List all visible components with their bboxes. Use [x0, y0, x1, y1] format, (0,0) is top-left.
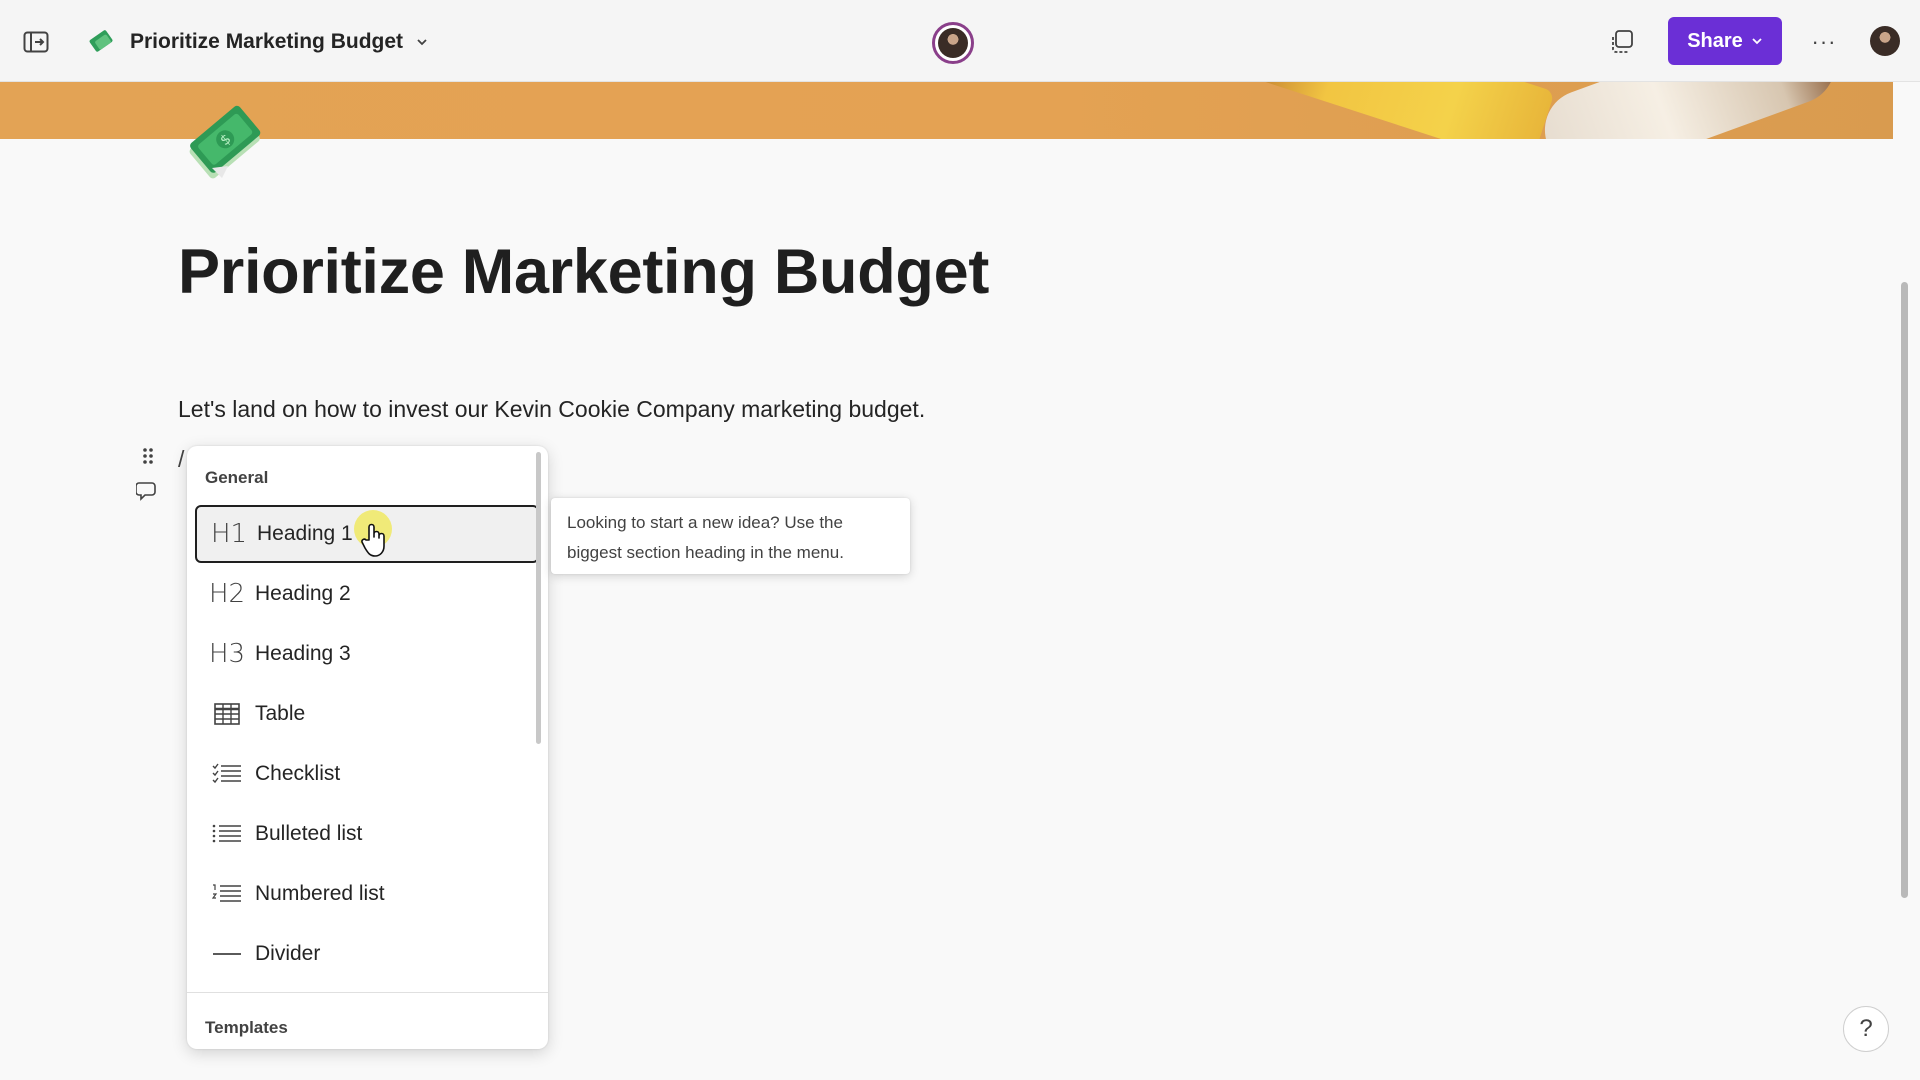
menu-section-general: General: [205, 468, 269, 487]
avatar-image: [1870, 26, 1900, 56]
user-avatar[interactable]: [1868, 24, 1902, 58]
bulleted-list-icon: [209, 823, 245, 845]
document-title-dropdown[interactable]: Prioritize Marketing Budget: [88, 22, 429, 62]
hand-cursor-icon: [360, 522, 390, 558]
cover-image: [0, 82, 1893, 139]
heading-tooltip: Looking to start a new idea? Use the big…: [551, 498, 910, 574]
sidebar-toggle-icon[interactable]: [18, 24, 54, 60]
menu-item-checklist[interactable]: Checklist: [195, 745, 539, 803]
cover-decoration: [1533, 82, 1847, 139]
collaborator-avatar[interactable]: [932, 22, 974, 64]
top-bar: Prioritize Marketing Budget Share ···: [0, 0, 1920, 82]
heading-1-icon: H1: [210, 519, 248, 549]
avatar-image: [938, 28, 968, 58]
menu-item-table[interactable]: Table: [195, 685, 539, 743]
heading-3-icon: H3: [208, 639, 246, 669]
page-scrollbar[interactable]: [1901, 282, 1908, 898]
menu-separator: [187, 992, 548, 993]
menu-item-label: Heading 1: [257, 522, 353, 545]
menu-item-divider[interactable]: Divider: [195, 925, 539, 983]
document-title: Prioritize Marketing Budget: [130, 30, 404, 53]
menu-item-label: Numbered list: [255, 882, 385, 905]
comment-icon[interactable]: [134, 478, 162, 504]
menu-item-label: Heading 2: [255, 582, 351, 605]
menu-section-templates: Templates: [205, 1018, 288, 1037]
menu-item-label: Heading 3: [255, 642, 351, 665]
menu-item-label: Bulleted list: [255, 822, 363, 845]
share-button-label: Share: [1687, 29, 1743, 52]
menu-item-label: Table: [255, 702, 306, 725]
cover-decoration: [1235, 82, 1555, 139]
menu-item-label: Checklist: [255, 762, 341, 785]
help-button[interactable]: ?: [1843, 1006, 1889, 1052]
heading-2-icon: H2: [208, 579, 246, 609]
menu-item-bulleted-list[interactable]: Bulleted list: [195, 805, 539, 863]
menu-item-heading-3[interactable]: H3 Heading 3: [195, 625, 539, 683]
copy-icon[interactable]: [1604, 24, 1640, 60]
drag-handle-icon[interactable]: [138, 444, 158, 468]
table-icon: [209, 703, 245, 725]
intro-paragraph[interactable]: Let's land on how to invest our Kevin Co…: [178, 396, 925, 423]
slash-command-input[interactable]: /: [178, 446, 184, 473]
money-icon: [89, 30, 113, 52]
share-button[interactable]: Share: [1668, 17, 1782, 65]
chevron-down-icon: [417, 39, 427, 46]
menu-item-label: Divider: [255, 942, 321, 965]
page-emoji-money-icon[interactable]: $: [182, 98, 272, 188]
checklist-icon: [209, 763, 245, 785]
chevron-down-icon: [1752, 38, 1762, 45]
page-title[interactable]: Prioritize Marketing Budget: [178, 236, 989, 308]
numbered-list-icon: [209, 883, 245, 905]
menu-item-heading-2[interactable]: H2 Heading 2: [195, 565, 539, 623]
divider-icon: [209, 952, 245, 956]
menu-scrollbar[interactable]: [536, 452, 541, 744]
menu-item-numbered-list[interactable]: Numbered list: [195, 865, 539, 923]
more-options-button[interactable]: ···: [1806, 24, 1842, 60]
